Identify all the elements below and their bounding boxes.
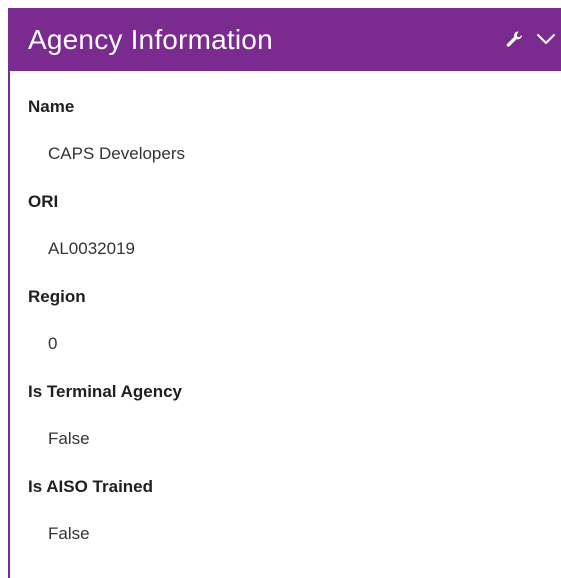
field-label: Name — [28, 97, 75, 116]
field-is-terminal-agency: Is Terminal Agency False — [28, 356, 561, 451]
field-label: ORI — [28, 192, 59, 211]
field-is-aiso-trained: Is AISO Trained False — [28, 451, 561, 546]
field-value: False — [48, 524, 90, 543]
field-value: CAPS Developers — [48, 144, 186, 163]
wrench-icon[interactable] — [503, 28, 525, 50]
field-value: False — [48, 429, 90, 448]
field-label: Region — [28, 287, 86, 306]
field-ori: ORI AL0032019 — [28, 166, 561, 261]
field-label: Is AISO Trained — [28, 477, 154, 496]
chevron-down-icon[interactable] — [535, 28, 557, 50]
field-name: Name CAPS Developers — [28, 71, 561, 166]
header-tools — [503, 28, 557, 50]
agency-information-panel: Agency Information Name CAPS Developers … — [8, 8, 561, 578]
field-value: AL0032019 — [48, 239, 135, 258]
field-region: Region 0 — [28, 261, 561, 356]
field-value: 0 — [48, 334, 58, 353]
panel-header: Agency Information — [8, 8, 561, 71]
field-list: Name CAPS Developers ORI AL0032019 Regio… — [28, 71, 561, 546]
field-label: Is Terminal Agency — [28, 382, 182, 401]
panel-title: Agency Information — [28, 23, 273, 55]
